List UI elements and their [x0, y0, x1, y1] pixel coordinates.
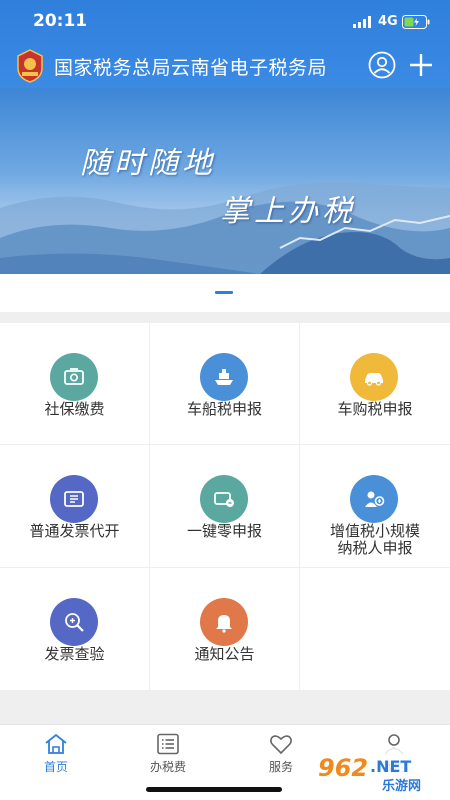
- service-label: 社保缴费: [44, 400, 105, 418]
- divider: [0, 312, 450, 323]
- taxpayer-icon: [350, 475, 398, 523]
- service-label: 车购税申报: [337, 400, 413, 418]
- plus-icon[interactable]: [408, 52, 434, 78]
- watermark-text2: .NET: [370, 757, 411, 776]
- signal-icon: [353, 16, 371, 28]
- tab-label: 办税费: [149, 760, 186, 774]
- status-bar: 20:11 4G: [0, 0, 450, 44]
- service-empty-slot: [300, 568, 450, 691]
- service-label: 发票查验: [44, 645, 105, 663]
- car-icon: [350, 353, 398, 401]
- nav-bar: 国家税务总局云南省电子税务局: [0, 44, 450, 88]
- banner[interactable]: 随时随地 掌上办税: [0, 88, 450, 274]
- watermark-logo: 962 .NET 乐游网: [312, 748, 446, 794]
- service-invoice-issuance[interactable]: 普通发票代开: [0, 445, 150, 568]
- service-label-line2: 纳税人申报: [337, 539, 413, 557]
- carousel-dot[interactable]: [215, 291, 233, 294]
- service-label: 一键零申报: [186, 522, 262, 540]
- heart-icon: [270, 735, 292, 755]
- watermark-text3: 乐游网: [382, 778, 421, 794]
- service-notices[interactable]: 通知公告: [150, 568, 300, 691]
- nav-title: 国家税务总局云南省电子税务局: [54, 57, 328, 79]
- user-icon[interactable]: [368, 51, 396, 79]
- service-grid: 社保缴费 车船税申报 车购税申报 普通发票代开 一键零申报 增值税小规模 纳税人…: [0, 323, 450, 691]
- tab-label: 首页: [43, 760, 68, 774]
- tax-emblem-logo: [17, 49, 43, 83]
- home-icon: [45, 733, 67, 754]
- service-label: 车船税申报: [186, 400, 262, 418]
- network-label: 4G: [378, 14, 398, 29]
- carousel-indicator-area: [0, 274, 450, 312]
- social-security-icon: [50, 353, 98, 401]
- service-label-line1: 增值税小规模: [329, 522, 420, 540]
- service-label: 普通发票代开: [29, 522, 120, 540]
- service-label-multiline: 增值税小规模 纳税人申报: [300, 523, 450, 557]
- bell-icon: [200, 598, 248, 646]
- zero-declare-icon: [200, 475, 248, 523]
- watermark-text1: 962: [318, 754, 368, 782]
- tab-home[interactable]: 首页: [0, 725, 112, 785]
- battery-icon: [402, 15, 430, 29]
- service-zero-declaration[interactable]: 一键零申报: [150, 445, 300, 568]
- banner-mountains: [0, 182, 450, 274]
- invoice-check-icon: [50, 598, 98, 646]
- list-icon: [157, 733, 179, 755]
- service-vehicle-purchase-tax[interactable]: 车购税申报: [300, 323, 450, 445]
- banner-slogan-line2: 掌上办税: [220, 194, 356, 229]
- divider: [0, 691, 450, 724]
- header: 20:11 4G 国家税务总局云南省电子税务局: [0, 0, 450, 88]
- invoice-icon: [50, 475, 98, 523]
- service-social-security[interactable]: 社保缴费: [0, 323, 150, 445]
- service-label: 通知公告: [194, 645, 255, 663]
- service-small-scale-vat[interactable]: 增值税小规模 纳税人申报: [300, 445, 450, 568]
- service-vehicle-vessel-tax[interactable]: 车船税申报: [150, 323, 300, 445]
- status-time: 20:11: [33, 11, 88, 31]
- service-invoice-verification[interactable]: 发票查验: [0, 568, 150, 691]
- tab-tax-handling[interactable]: 办税费: [112, 725, 224, 785]
- home-indicator: [146, 787, 282, 792]
- banner-slogan-line1: 随时随地: [80, 146, 216, 181]
- ship-icon: [200, 353, 248, 401]
